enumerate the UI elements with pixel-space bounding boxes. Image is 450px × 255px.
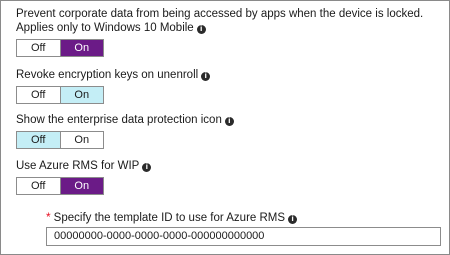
setting-revoke-encryption-keys: Revoke encryption keys on unenroll i Off … [16,68,211,104]
settings-panel: Prevent corporate data from being access… [0,0,450,255]
toggle-revoke-encryption-keys: Off On [16,86,104,104]
toggle-off-option[interactable]: Off [17,132,60,148]
setting-show-protection-icon: Show the enterprise data protection icon… [16,113,234,149]
toggle-off-option[interactable]: Off [17,178,60,194]
info-icon[interactable]: i [288,215,298,224]
toggle-off-option[interactable]: Off [17,40,60,56]
setting-label-text: Revoke encryption keys on unenroll [16,69,199,81]
setting-label: Use Azure RMS for WIP i [16,159,152,173]
setting-use-azure-rms: Use Azure RMS for WIP i Off On [16,159,152,195]
setting-label: Show the enterprise data protection icon… [16,113,234,127]
info-icon[interactable]: i [196,25,206,34]
info-icon[interactable]: i [201,72,211,81]
template-id-label-text: Specify the template ID to use for Azure… [53,212,286,224]
setting-label-text: Show the enterprise data protection icon [16,114,222,126]
info-icon[interactable]: i [224,117,234,126]
toggle-on-option[interactable]: On [59,40,103,56]
setting-label: Prevent corporate data from being access… [16,7,436,35]
toggle-off-option[interactable]: Off [17,87,60,103]
setting-prevent-corporate-data: Prevent corporate data from being access… [16,7,436,57]
required-marker: * [46,210,51,224]
toggle-on-option[interactable]: On [59,178,103,194]
template-id-label: * Specify the template ID to use for Azur… [46,210,298,225]
toggle-on-option[interactable]: On [59,87,103,103]
setting-label-text: Use Azure RMS for WIP [16,160,140,172]
info-icon[interactable]: i [142,163,152,172]
toggle-on-option[interactable]: On [59,132,104,148]
setting-label-text: Prevent corporate data from being access… [16,8,424,34]
toggle-prevent-corporate-data: Off On [16,39,104,57]
setting-label: Revoke encryption keys on unenroll i [16,68,211,82]
template-id-input[interactable]: 00000000-0000-0000-0000-000000000000 [46,227,441,246]
toggle-use-azure-rms: Off On [16,177,104,195]
toggle-show-protection-icon: Off On [16,131,104,149]
